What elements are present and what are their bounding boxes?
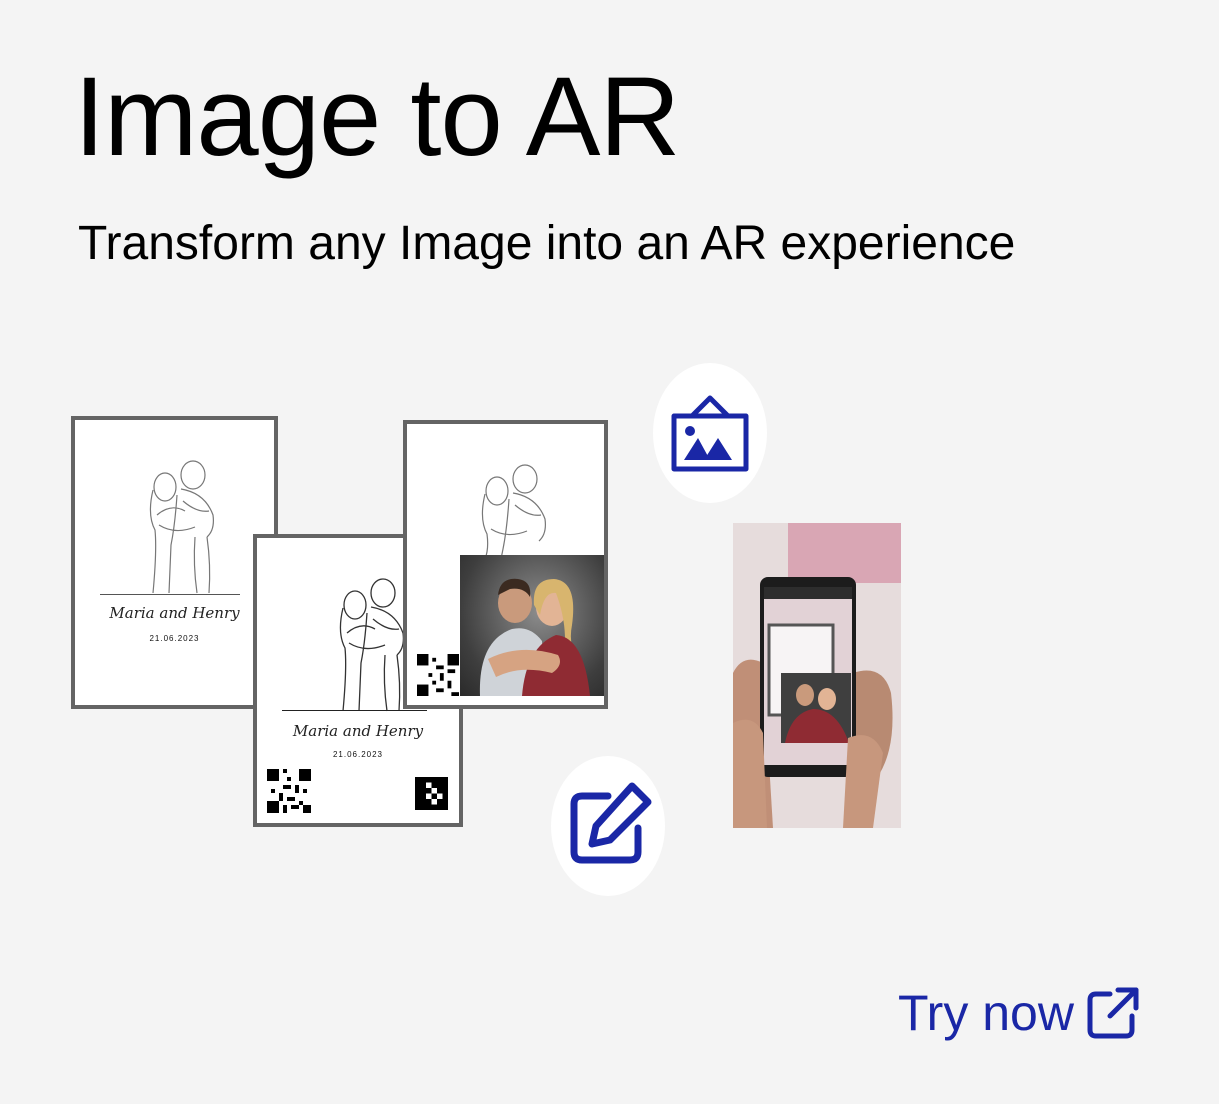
- edit-icon-bubble: [551, 756, 665, 896]
- poster-card-original: Maria and Henry 21.06.2023: [71, 416, 278, 709]
- phone-in-hand-illustration: [733, 523, 901, 828]
- event-date: 21.06.2023: [149, 634, 200, 643]
- qr-code: [417, 654, 459, 696]
- ar-phone-photo: [733, 523, 901, 828]
- qr-code: [267, 769, 311, 813]
- poster-card-with-photo: [403, 420, 608, 709]
- page-subtitle: Transform any Image into an AR experienc…: [78, 217, 1016, 270]
- couple-line-art: [149, 460, 214, 594]
- external-link-icon: [1087, 987, 1139, 1039]
- framed-picture-icon-bubble: [653, 363, 767, 503]
- event-date: 21.06.2023: [332, 750, 384, 759]
- couple-line-art: [481, 464, 546, 559]
- couple-names: Maria and Henry: [109, 604, 240, 622]
- ar-marker: [415, 777, 448, 810]
- couple-photo-illustration: [479, 578, 590, 696]
- couple-photo: [460, 555, 604, 696]
- try-now-link[interactable]: Try now: [898, 985, 1140, 1041]
- couple-line-art: [339, 578, 405, 712]
- couple-names: Maria and Henry: [292, 722, 424, 740]
- try-now-label: Try now: [898, 985, 1074, 1041]
- framed-picture-icon: [671, 395, 749, 472]
- edit-icon: [570, 782, 652, 864]
- page-title: Image to AR: [74, 54, 680, 179]
